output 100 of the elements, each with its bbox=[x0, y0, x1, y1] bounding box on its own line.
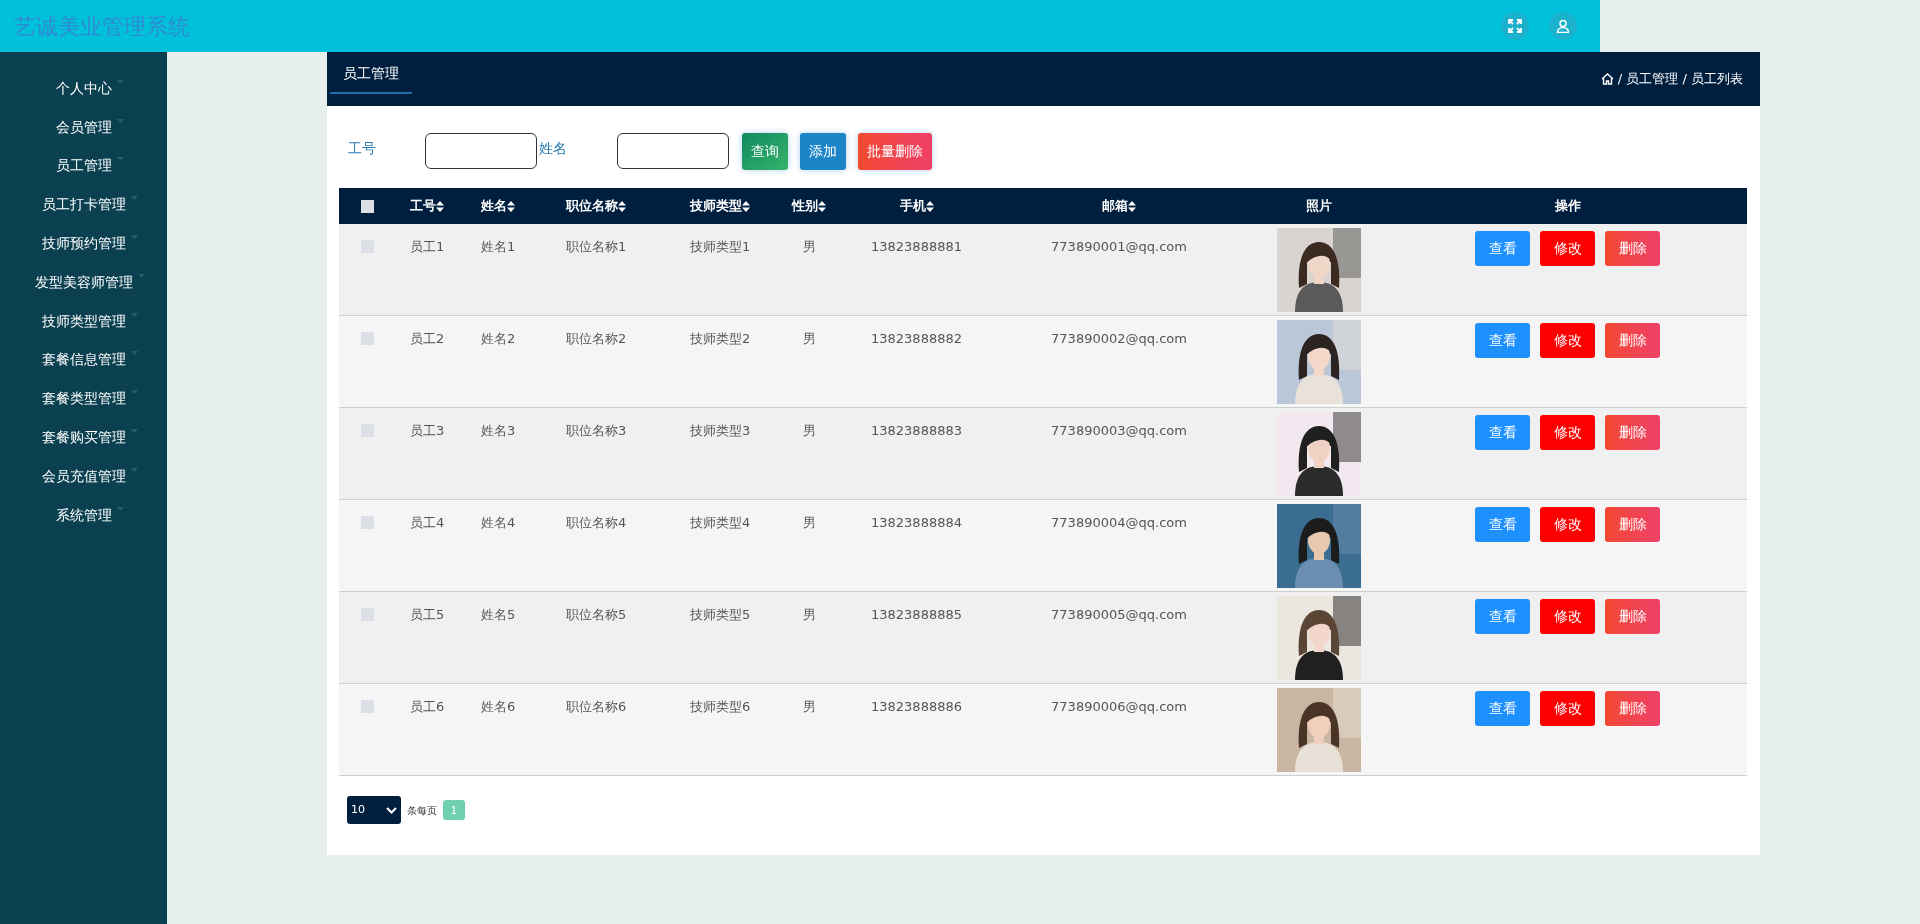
checkbox[interactable] bbox=[360, 700, 374, 713]
table-cell-text: 职位名称3 bbox=[566, 422, 627, 440]
table-cell-text: 员工1 bbox=[410, 238, 445, 256]
table-cell-text: 13823888881 bbox=[871, 238, 962, 256]
chevron-icon bbox=[386, 806, 397, 814]
sidebar-item[interactable]: 套餐购买管理 bbox=[41, 427, 126, 449]
column-header[interactable]: 姓名 bbox=[481, 196, 515, 216]
row-action-button[interactable]: 修改 bbox=[1540, 415, 1595, 450]
sidebar-item[interactable]: 发型美容师管理 bbox=[34, 271, 133, 293]
row-action-button[interactable]: 查看 bbox=[1475, 323, 1530, 358]
table-cell-text: 13823888886 bbox=[871, 698, 962, 716]
table-cell-text: 职位名称1 bbox=[566, 238, 627, 256]
checkbox[interactable] bbox=[360, 199, 374, 213]
caret-icon bbox=[130, 235, 138, 240]
column-header[interactable]: 工号 bbox=[410, 196, 444, 216]
column-header: 照片 bbox=[1306, 197, 1332, 216]
table-cell-text: 职位名称6 bbox=[566, 698, 627, 716]
table-cell-text: 员工4 bbox=[410, 514, 445, 532]
table-cell-text: 姓名4 bbox=[481, 514, 516, 532]
field-label: 姓名 bbox=[539, 138, 568, 158]
table-cell-text: 技师类型1 bbox=[690, 238, 751, 256]
sort-icon[interactable] bbox=[925, 200, 934, 212]
row-action-button[interactable]: 查看 bbox=[1475, 415, 1530, 450]
sidebar-item[interactable]: 技师预约管理 bbox=[41, 233, 126, 255]
row-action-button[interactable]: 删除 bbox=[1605, 323, 1660, 358]
row-action-button[interactable]: 删除 bbox=[1605, 691, 1660, 726]
table-cell-text: 773890003@qq.com bbox=[1051, 422, 1187, 440]
page-size-label: 条每页 bbox=[407, 803, 437, 818]
column-header[interactable]: 技师类型 bbox=[690, 196, 750, 216]
sort-icon[interactable] bbox=[436, 200, 444, 212]
row-action-button[interactable]: 查看 bbox=[1475, 599, 1530, 634]
table-cell-text: 技师类型2 bbox=[690, 330, 751, 348]
sidebar-item[interactable]: 系统管理 bbox=[55, 504, 112, 526]
table-cell-text: 男 bbox=[802, 330, 816, 348]
field-label: 工号 bbox=[348, 138, 377, 158]
search-field[interactable] bbox=[617, 133, 729, 169]
row-action-button[interactable]: 查看 bbox=[1475, 231, 1530, 266]
panel-tab[interactable]: 员工管理 bbox=[330, 54, 412, 94]
caret-icon bbox=[116, 79, 124, 84]
row-action-button[interactable]: 修改 bbox=[1540, 231, 1595, 266]
table-cell-text: 职位名称2 bbox=[566, 330, 627, 348]
table-cell-text: 773890002@qq.com bbox=[1051, 330, 1187, 348]
column-header[interactable]: 性别 bbox=[792, 196, 826, 216]
row-action-button[interactable]: 删除 bbox=[1605, 599, 1660, 634]
page-size-select[interactable]: 10 bbox=[347, 796, 401, 824]
table-cell-text: 男 bbox=[802, 422, 816, 440]
table-cell-text: 773890006@qq.com bbox=[1051, 698, 1187, 716]
row-action-button[interactable]: 删除 bbox=[1605, 507, 1660, 542]
caret-icon bbox=[116, 506, 124, 511]
table-cell-text: 姓名3 bbox=[481, 422, 516, 440]
checkbox[interactable] bbox=[360, 516, 374, 529]
sort-icon[interactable] bbox=[618, 200, 626, 212]
row-action-button[interactable]: 删除 bbox=[1605, 415, 1660, 450]
sidebar-item[interactable]: 会员充值管理 bbox=[41, 465, 126, 487]
sidebar-item[interactable]: 套餐信息管理 bbox=[41, 349, 126, 371]
table-cell-text: 13823888885 bbox=[871, 606, 962, 624]
column-header[interactable]: 职位名称 bbox=[566, 196, 626, 216]
caret-icon bbox=[130, 312, 138, 317]
row-action-button[interactable]: 修改 bbox=[1540, 691, 1595, 726]
table-cell-text: 773890004@qq.com bbox=[1051, 514, 1187, 532]
row-action-button[interactable]: 查看 bbox=[1475, 691, 1530, 726]
caret-icon bbox=[130, 429, 138, 434]
sidebar-item[interactable]: 员工打卡管理 bbox=[41, 194, 126, 216]
sidebar-item[interactable]: 技师类型管理 bbox=[41, 310, 126, 332]
row-action-button[interactable]: 修改 bbox=[1540, 507, 1595, 542]
sort-icon[interactable] bbox=[507, 200, 515, 212]
toolbar-button[interactable]: 添加 bbox=[800, 132, 846, 170]
sort-icon[interactable] bbox=[1128, 200, 1136, 212]
table-cell-text: 姓名6 bbox=[481, 698, 516, 716]
caret-icon bbox=[137, 273, 145, 278]
row-action-button[interactable]: 查看 bbox=[1475, 507, 1530, 542]
table-cell-text: 员工3 bbox=[410, 422, 445, 440]
sort-icon[interactable] bbox=[742, 200, 750, 212]
sidebar-item[interactable]: 套餐类型管理 bbox=[41, 388, 126, 410]
sidebar-item[interactable]: 个人中心 bbox=[55, 77, 112, 99]
column-header[interactable]: 邮箱 bbox=[1102, 196, 1136, 216]
column-header[interactable]: 手机 bbox=[899, 196, 934, 216]
toolbar-button[interactable]: 批量删除 bbox=[858, 132, 932, 170]
table-cell-text: 773890005@qq.com bbox=[1051, 606, 1187, 624]
table-cell-text: 773890001@qq.com bbox=[1051, 238, 1187, 256]
caret-icon bbox=[130, 351, 138, 356]
fullscreen-icon[interactable] bbox=[1501, 12, 1529, 40]
checkbox[interactable] bbox=[360, 332, 374, 345]
table-cell-text: 员工2 bbox=[410, 330, 445, 348]
sort-icon[interactable] bbox=[818, 200, 826, 212]
home-icon[interactable] bbox=[1600, 73, 1614, 85]
table-cell-text: 13823888883 bbox=[871, 422, 962, 440]
column-header: 操作 bbox=[1554, 197, 1581, 216]
sidebar-item[interactable]: 员工管理 bbox=[55, 155, 112, 177]
search-field[interactable] bbox=[425, 133, 537, 169]
toolbar-button[interactable]: 查询 bbox=[742, 132, 788, 170]
row-action-button[interactable]: 修改 bbox=[1540, 599, 1595, 634]
row-action-button[interactable]: 修改 bbox=[1540, 323, 1595, 358]
sidebar-item[interactable]: 会员管理 bbox=[55, 116, 112, 138]
table-cell-text: 职位名称5 bbox=[566, 606, 627, 624]
caret-icon bbox=[130, 196, 138, 201]
caret-icon bbox=[130, 467, 138, 472]
table-cell-text: 姓名1 bbox=[481, 238, 516, 256]
user-icon[interactable] bbox=[1549, 12, 1577, 40]
row-action-button[interactable]: 删除 bbox=[1605, 231, 1660, 266]
